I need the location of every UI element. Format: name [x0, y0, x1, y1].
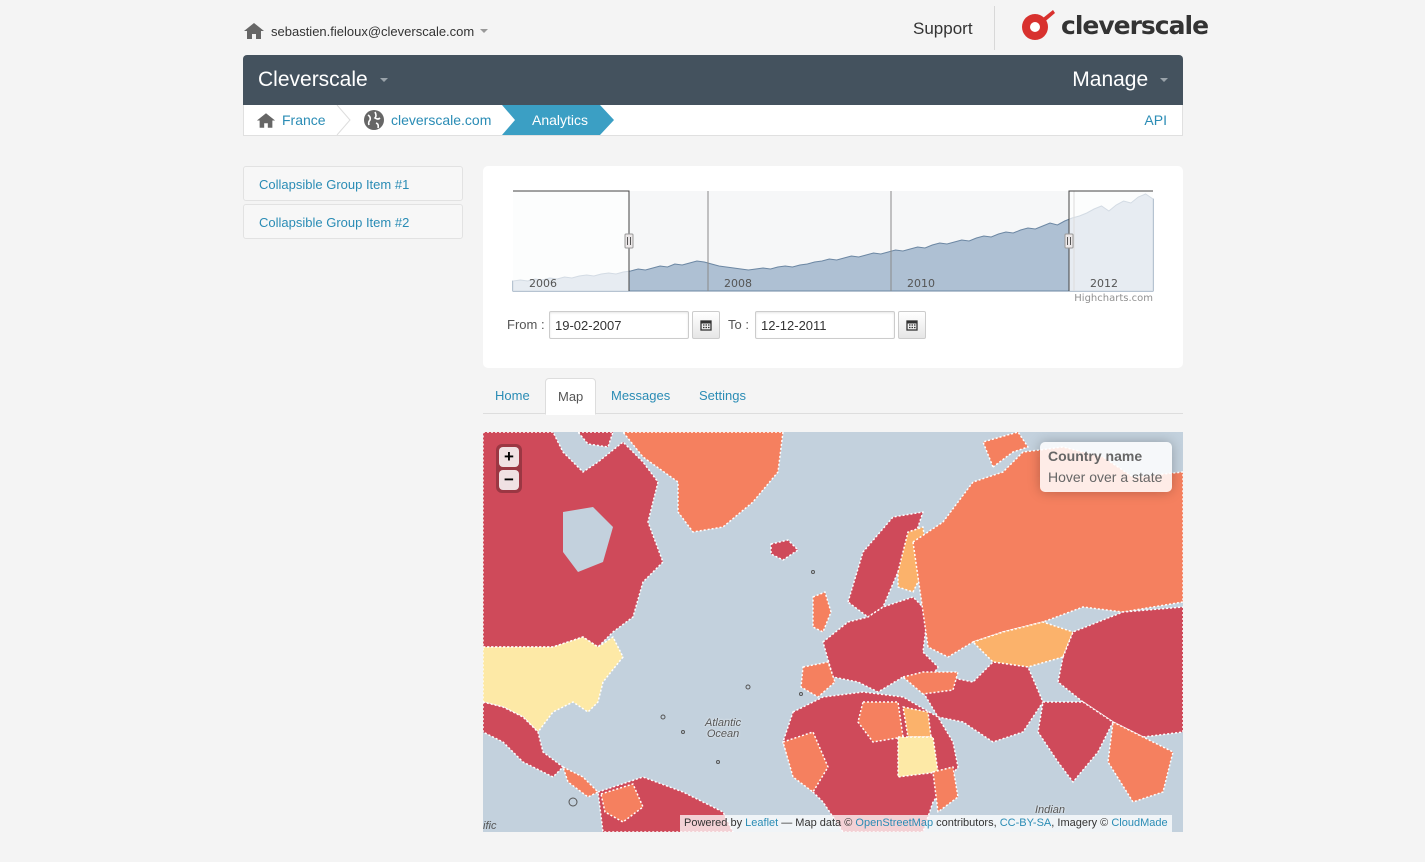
breadcrumb-item-analytics[interactable]: Analytics — [502, 105, 614, 135]
user-email: sebastien.fieloux@cleverscale.com — [271, 23, 475, 39]
chart-credit[interactable]: Highcharts.com — [1074, 293, 1153, 304]
pacific-ocean-label: ific — [483, 820, 497, 832]
to-label: To : — [728, 317, 749, 332]
info-text: Hover over a state — [1048, 469, 1163, 485]
map-tiles — [483, 432, 1183, 832]
chart-panel: 2006 2008 2010 2012 Highcharts.com From : T… — [483, 166, 1183, 368]
tab-messages[interactable]: Messages — [599, 378, 682, 414]
region-sudan[interactable] — [897, 736, 939, 778]
navigator-tick-label: 2008 — [724, 277, 752, 290]
support-link[interactable]: Support — [913, 19, 973, 39]
tab-home[interactable]: Home — [483, 378, 542, 414]
navbar: Cleverscale Manage — [243, 55, 1183, 105]
navigator-handle[interactable] — [1064, 233, 1074, 249]
breadcrumb: France cleverscale.com Analytics API — [243, 105, 1183, 136]
navigator-mask-region — [1069, 191, 1153, 291]
attribution-contributors: contributors, — [936, 817, 997, 829]
divider — [994, 6, 995, 50]
user-menu[interactable]: sebastien.fieloux@cleverscale.com — [243, 18, 489, 44]
navigator-tick-label: 2010 — [907, 277, 935, 290]
timeline-navigator-chart[interactable]: 2006 2008 2010 2012 Highcharts.com — [483, 166, 1183, 306]
breadcrumb-label: France — [282, 112, 326, 128]
info-title: Country name — [1048, 448, 1143, 464]
license-link[interactable]: CC-BY-SA — [1000, 817, 1052, 829]
breadcrumb-separator-icon — [336, 105, 351, 135]
cleverscale-logo-icon — [1022, 10, 1055, 40]
brand-menu[interactable]: Cleverscale — [258, 68, 388, 92]
manage-menu[interactable]: Manage — [1072, 68, 1168, 92]
breadcrumb-label: cleverscale.com — [391, 112, 492, 128]
globe-icon — [364, 110, 384, 130]
chevron-down-icon — [1160, 78, 1168, 83]
calendar-icon — [906, 320, 918, 331]
collapsible-group-item-2[interactable]: Collapsible Group Item #2 — [243, 204, 463, 239]
breadcrumb-label: Analytics — [532, 112, 589, 128]
atlantic-ocean-label: Atlantic Ocean — [705, 718, 741, 740]
region-east-africa[interactable] — [932, 766, 959, 813]
region-iberia[interactable] — [800, 661, 836, 698]
region-iceland[interactable] — [770, 539, 799, 561]
leaflet-link[interactable]: Leaflet — [745, 817, 778, 829]
collapsible-group-item-1[interactable]: Collapsible Group Item #1 — [243, 166, 463, 201]
navigator-tick-label: 2006 — [529, 277, 557, 290]
top-bar: sebastien.fieloux@cleverscale.com Suppor… — [243, 0, 1209, 55]
info-box: Country name Hover over a state — [1040, 442, 1172, 492]
region-turkey[interactable] — [902, 671, 959, 695]
chevron-down-icon — [379, 78, 388, 83]
openstreetmap-link[interactable]: OpenStreetMap — [855, 817, 933, 829]
ocean-label-line-2: Ocean — [706, 728, 740, 740]
attribution-imagery: , Imagery © — [1051, 817, 1109, 829]
breadcrumb-item-domain[interactable]: cleverscale.com — [363, 105, 491, 135]
attribution-powered: Powered by — [684, 817, 743, 829]
region-central-america[interactable] — [562, 766, 599, 798]
breadcrumb-item-france[interactable]: France — [256, 105, 326, 135]
brand-label: Cleverscale — [258, 68, 368, 91]
choropleth-map[interactable]: + − Atlantic Ocean Indian ific Country n… — [483, 432, 1183, 832]
navigator-mask-region — [513, 191, 629, 291]
tab-settings[interactable]: Settings — [687, 378, 758, 414]
calendar-icon — [700, 320, 712, 331]
from-calendar-button[interactable] — [692, 311, 720, 339]
region-uk[interactable] — [812, 591, 832, 633]
attribution-map-data: — Map data © — [781, 817, 853, 829]
map-attribution: Powered by Leaflet — Map data © OpenStre… — [680, 815, 1172, 832]
logo[interactable]: cleverscale — [1019, 8, 1209, 42]
api-link[interactable]: API — [1144, 112, 1167, 128]
tab-map[interactable]: Map — [545, 378, 597, 415]
to-calendar-button[interactable] — [898, 311, 926, 339]
from-date-input[interactable] — [549, 311, 689, 339]
zoom-in-button[interactable]: + — [499, 447, 519, 467]
to-date-input[interactable] — [755, 311, 895, 339]
zoom-control: + − — [496, 444, 522, 493]
cloudmade-link[interactable]: CloudMade — [1111, 817, 1167, 829]
navigator-handle[interactable] — [624, 233, 634, 249]
home-icon — [256, 112, 276, 128]
tab-bar: Home Map Messages Settings — [483, 378, 1183, 415]
from-label: From : — [507, 317, 545, 332]
chevron-down-icon — [480, 29, 489, 33]
manage-label: Manage — [1072, 68, 1149, 91]
zoom-out-button[interactable]: − — [499, 470, 519, 490]
home-icon — [244, 23, 264, 39]
navigator-tick-label: 2012 — [1090, 277, 1118, 290]
logo-text: cleverscale — [1061, 10, 1209, 40]
